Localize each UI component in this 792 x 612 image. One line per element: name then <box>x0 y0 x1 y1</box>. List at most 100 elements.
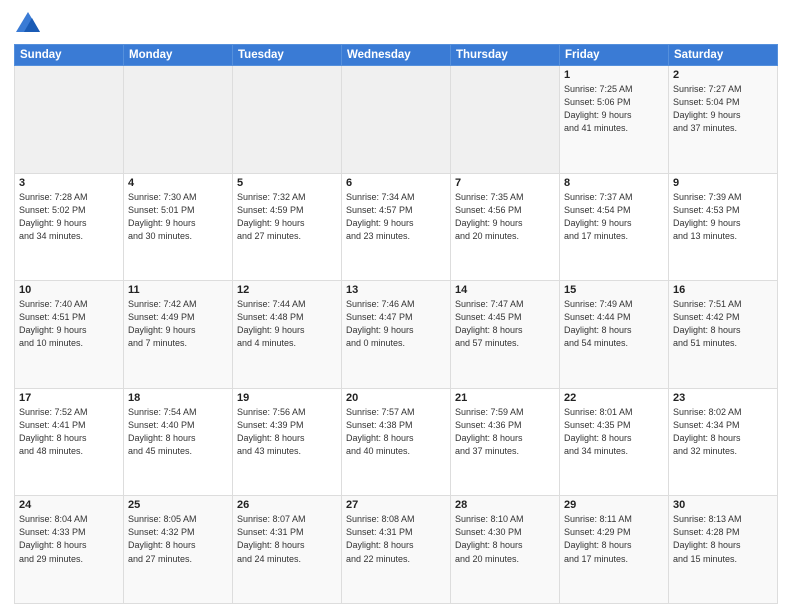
calendar-cell: 5 Sunrise: 7:32 AM Sunset: 4:59 PM Daylig… <box>233 173 342 281</box>
calendar-cell <box>342 66 451 174</box>
day-info: Sunrise: 7:59 AM Sunset: 4:36 PM Dayligh… <box>455 406 555 458</box>
day-number: 15 <box>564 284 664 296</box>
day-info: Sunrise: 7:57 AM Sunset: 4:38 PM Dayligh… <box>346 406 446 458</box>
calendar-cell <box>233 66 342 174</box>
day-number: 24 <box>19 499 119 511</box>
calendar-cell: 6 Sunrise: 7:34 AM Sunset: 4:57 PM Daylig… <box>342 173 451 281</box>
calendar-cell: 26 Sunrise: 8:07 AM Sunset: 4:31 PM Dayli… <box>233 496 342 604</box>
day-info: Sunrise: 8:02 AM Sunset: 4:34 PM Dayligh… <box>673 406 773 458</box>
calendar-cell: 18 Sunrise: 7:54 AM Sunset: 4:40 PM Dayli… <box>124 388 233 496</box>
calendar-cell: 12 Sunrise: 7:44 AM Sunset: 4:48 PM Dayli… <box>233 281 342 389</box>
header <box>14 10 778 38</box>
day-info: Sunrise: 7:46 AM Sunset: 4:47 PM Dayligh… <box>346 298 446 350</box>
day-number: 12 <box>237 284 337 296</box>
calendar-week-row: 1 Sunrise: 7:25 AM Sunset: 5:06 PM Daylig… <box>15 66 778 174</box>
day-number: 1 <box>564 69 664 81</box>
day-info: Sunrise: 8:11 AM Sunset: 4:29 PM Dayligh… <box>564 513 664 565</box>
day-info: Sunrise: 7:54 AM Sunset: 4:40 PM Dayligh… <box>128 406 228 458</box>
calendar-cell: 22 Sunrise: 8:01 AM Sunset: 4:35 PM Dayli… <box>560 388 669 496</box>
day-number: 2 <box>673 69 773 81</box>
page: SundayMondayTuesdayWednesdayThursdayFrid… <box>0 0 792 612</box>
day-info: Sunrise: 7:25 AM Sunset: 5:06 PM Dayligh… <box>564 83 664 135</box>
day-number: 7 <box>455 177 555 189</box>
day-info: Sunrise: 7:37 AM Sunset: 4:54 PM Dayligh… <box>564 191 664 243</box>
day-number: 17 <box>19 392 119 404</box>
calendar-cell: 29 Sunrise: 8:11 AM Sunset: 4:29 PM Dayli… <box>560 496 669 604</box>
calendar-header-sunday: Sunday <box>15 45 124 66</box>
day-number: 5 <box>237 177 337 189</box>
day-number: 26 <box>237 499 337 511</box>
logo-icon <box>14 10 42 38</box>
day-number: 3 <box>19 177 119 189</box>
day-number: 6 <box>346 177 446 189</box>
day-info: Sunrise: 7:35 AM Sunset: 4:56 PM Dayligh… <box>455 191 555 243</box>
calendar-header-saturday: Saturday <box>669 45 778 66</box>
calendar-cell: 30Sunrise: 8:13 AM Sunset: 4:28 PM Dayli… <box>669 496 778 604</box>
calendar-header-wednesday: Wednesday <box>342 45 451 66</box>
day-info: Sunrise: 8:04 AM Sunset: 4:33 PM Dayligh… <box>19 513 119 565</box>
day-number: 10 <box>19 284 119 296</box>
day-number: 23 <box>673 392 773 404</box>
calendar-cell: 27 Sunrise: 8:08 AM Sunset: 4:31 PM Dayli… <box>342 496 451 604</box>
day-number: 4 <box>128 177 228 189</box>
calendar-week-row: 3 Sunrise: 7:28 AM Sunset: 5:02 PM Daylig… <box>15 173 778 281</box>
day-info: Sunrise: 7:47 AM Sunset: 4:45 PM Dayligh… <box>455 298 555 350</box>
calendar-week-row: 17 Sunrise: 7:52 AM Sunset: 4:41 PM Dayli… <box>15 388 778 496</box>
calendar-cell: 13 Sunrise: 7:46 AM Sunset: 4:47 PM Dayli… <box>342 281 451 389</box>
day-number: 16 <box>673 284 773 296</box>
day-info: Sunrise: 8:07 AM Sunset: 4:31 PM Dayligh… <box>237 513 337 565</box>
calendar-cell: 23 Sunrise: 8:02 AM Sunset: 4:34 PM Dayli… <box>669 388 778 496</box>
calendar-cell <box>15 66 124 174</box>
day-number: 14 <box>455 284 555 296</box>
calendar-cell: 21 Sunrise: 7:59 AM Sunset: 4:36 PM Dayli… <box>451 388 560 496</box>
calendar-cell: 25 Sunrise: 8:05 AM Sunset: 4:32 PM Dayli… <box>124 496 233 604</box>
day-number: 29 <box>564 499 664 511</box>
day-info: Sunrise: 7:52 AM Sunset: 4:41 PM Dayligh… <box>19 406 119 458</box>
day-info: Sunrise: 7:32 AM Sunset: 4:59 PM Dayligh… <box>237 191 337 243</box>
day-info: Sunrise: 7:42 AM Sunset: 4:49 PM Dayligh… <box>128 298 228 350</box>
calendar-cell: 11Sunrise: 7:42 AM Sunset: 4:49 PM Dayli… <box>124 281 233 389</box>
calendar-cell <box>124 66 233 174</box>
calendar-header-monday: Monday <box>124 45 233 66</box>
day-number: 9 <box>673 177 773 189</box>
day-number: 13 <box>346 284 446 296</box>
calendar-header-friday: Friday <box>560 45 669 66</box>
day-info: Sunrise: 8:08 AM Sunset: 4:31 PM Dayligh… <box>346 513 446 565</box>
calendar-cell: 10Sunrise: 7:40 AM Sunset: 4:51 PM Dayli… <box>15 281 124 389</box>
calendar-cell: 8Sunrise: 7:37 AM Sunset: 4:54 PM Daylig… <box>560 173 669 281</box>
calendar-cell: 1 Sunrise: 7:25 AM Sunset: 5:06 PM Daylig… <box>560 66 669 174</box>
calendar-week-row: 10Sunrise: 7:40 AM Sunset: 4:51 PM Dayli… <box>15 281 778 389</box>
day-number: 27 <box>346 499 446 511</box>
calendar-cell: 24 Sunrise: 8:04 AM Sunset: 4:33 PM Dayli… <box>15 496 124 604</box>
calendar-week-row: 24 Sunrise: 8:04 AM Sunset: 4:33 PM Dayli… <box>15 496 778 604</box>
calendar-table: SundayMondayTuesdayWednesdayThursdayFrid… <box>14 44 778 604</box>
day-info: Sunrise: 7:49 AM Sunset: 4:44 PM Dayligh… <box>564 298 664 350</box>
day-info: Sunrise: 7:34 AM Sunset: 4:57 PM Dayligh… <box>346 191 446 243</box>
day-info: Sunrise: 7:27 AM Sunset: 5:04 PM Dayligh… <box>673 83 773 135</box>
day-number: 20 <box>346 392 446 404</box>
day-number: 19 <box>237 392 337 404</box>
calendar-cell: 9Sunrise: 7:39 AM Sunset: 4:53 PM Daylig… <box>669 173 778 281</box>
day-number: 25 <box>128 499 228 511</box>
calendar-cell: 15 Sunrise: 7:49 AM Sunset: 4:44 PM Dayli… <box>560 281 669 389</box>
calendar-header-tuesday: Tuesday <box>233 45 342 66</box>
calendar-header-thursday: Thursday <box>451 45 560 66</box>
calendar-cell: 2 Sunrise: 7:27 AM Sunset: 5:04 PM Daylig… <box>669 66 778 174</box>
day-number: 30 <box>673 499 773 511</box>
day-info: Sunrise: 8:05 AM Sunset: 4:32 PM Dayligh… <box>128 513 228 565</box>
calendar-cell: 28Sunrise: 8:10 AM Sunset: 4:30 PM Dayli… <box>451 496 560 604</box>
day-info: Sunrise: 7:28 AM Sunset: 5:02 PM Dayligh… <box>19 191 119 243</box>
day-info: Sunrise: 7:30 AM Sunset: 5:01 PM Dayligh… <box>128 191 228 243</box>
day-number: 22 <box>564 392 664 404</box>
day-info: Sunrise: 7:56 AM Sunset: 4:39 PM Dayligh… <box>237 406 337 458</box>
calendar-cell <box>451 66 560 174</box>
day-number: 21 <box>455 392 555 404</box>
calendar-cell: 14 Sunrise: 7:47 AM Sunset: 4:45 PM Dayli… <box>451 281 560 389</box>
day-info: Sunrise: 7:51 AM Sunset: 4:42 PM Dayligh… <box>673 298 773 350</box>
day-info: Sunrise: 8:01 AM Sunset: 4:35 PM Dayligh… <box>564 406 664 458</box>
logo <box>14 10 46 38</box>
day-info: Sunrise: 7:44 AM Sunset: 4:48 PM Dayligh… <box>237 298 337 350</box>
day-number: 18 <box>128 392 228 404</box>
calendar-cell: 4 Sunrise: 7:30 AM Sunset: 5:01 PM Daylig… <box>124 173 233 281</box>
calendar-cell: 3 Sunrise: 7:28 AM Sunset: 5:02 PM Daylig… <box>15 173 124 281</box>
